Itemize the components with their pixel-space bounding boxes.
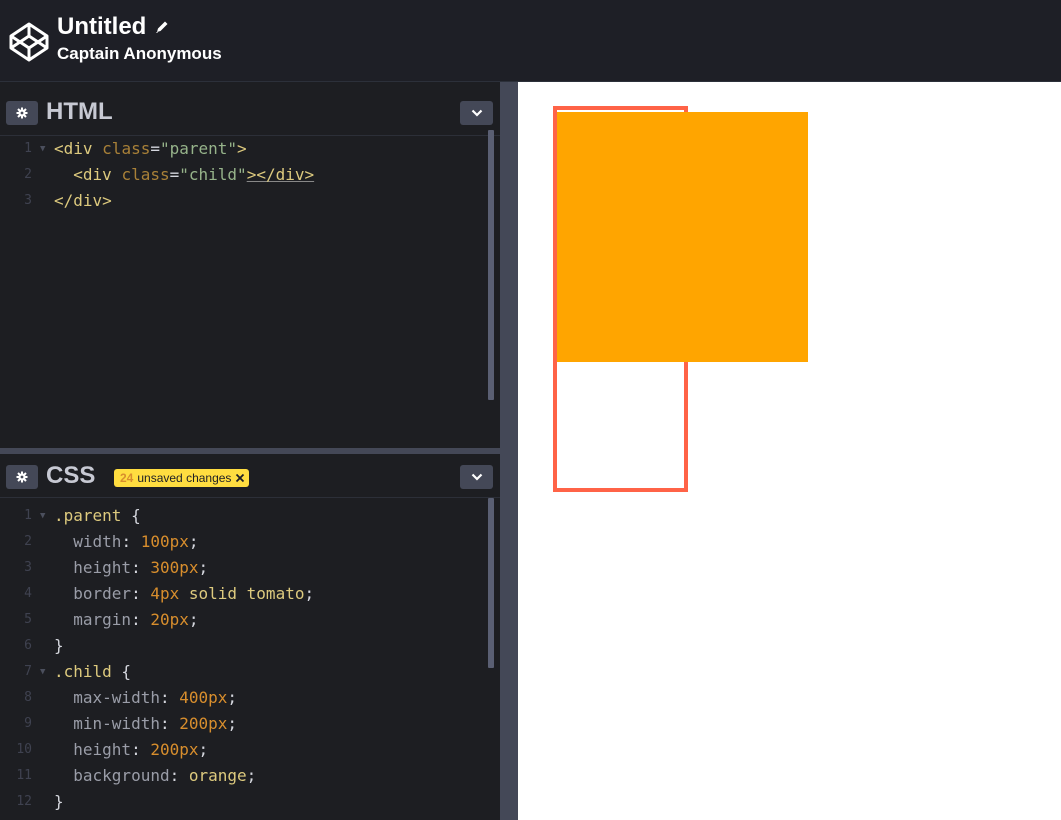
css-code-line[interactable]: 3 height: 300px;	[0, 555, 500, 581]
css-editor-header: CSS 24 unsaved changes	[0, 448, 500, 498]
line-number: 1	[24, 141, 32, 156]
pen-owner[interactable]: Captain Anonymous	[57, 44, 222, 64]
html-scrollbar[interactable]	[488, 130, 494, 400]
chevron-down-icon	[471, 473, 482, 481]
code-text: .parent {	[54, 506, 141, 525]
html-code-area[interactable]: 1 ▼ <div class="parent"> 2 <div class="chil…	[0, 136, 500, 450]
result-preview[interactable]	[518, 82, 1061, 820]
css-code-line[interactable]: 11 background: orange;	[0, 763, 500, 789]
fold-toggle-icon[interactable]: ▼	[40, 503, 45, 529]
css-code-line[interactable]: 8 max-width: 400px;	[0, 685, 500, 711]
pencil-icon[interactable]	[154, 19, 170, 35]
html-collapse-button[interactable]	[460, 101, 493, 125]
css-collapse-button[interactable]	[460, 465, 493, 489]
line-number: 8	[24, 690, 32, 705]
code-text: }	[54, 636, 64, 655]
line-number: 3	[24, 193, 32, 208]
css-code-line[interactable]: 5 margin: 20px;	[0, 607, 500, 633]
line-number: 9	[24, 716, 32, 731]
unsaved-label: unsaved changes	[137, 471, 232, 485]
html-editor-header: HTML	[0, 88, 500, 136]
preview-child-box	[557, 112, 808, 362]
code-text: .child {	[54, 662, 132, 681]
code-text: <div class="child"></div>	[73, 165, 315, 184]
line-number: 12	[16, 794, 32, 809]
line-number: 6	[24, 638, 32, 653]
unsaved-changes-badge[interactable]: 24 unsaved changes	[114, 469, 250, 487]
fold-toggle-icon[interactable]: ▼	[40, 659, 45, 685]
line-number: 1	[24, 508, 32, 523]
code-text: min-width: 200px;	[54, 714, 238, 733]
css-code-line[interactable]: 1 ▼ .parent {	[0, 503, 500, 529]
editor-column: HTML 1 ▼ <div class="parent"> 2 <div class=…	[0, 82, 500, 820]
html-code-line[interactable]: 3 </div>	[0, 188, 500, 214]
code-text: }	[54, 792, 64, 811]
line-number: 3	[24, 560, 32, 575]
code-text: height: 300px;	[54, 558, 209, 577]
editor-resize-gutter[interactable]	[500, 82, 518, 820]
css-code-line[interactable]: 7 ▼ .child {	[0, 659, 500, 685]
line-number: 11	[16, 768, 32, 783]
pen-title[interactable]: Untitled	[57, 12, 222, 42]
code-text: </div>	[54, 191, 112, 210]
gear-icon	[16, 107, 28, 119]
html-code-line[interactable]: 1 ▼ <div class="parent">	[0, 136, 500, 162]
css-code-line[interactable]: 6}	[0, 633, 500, 659]
code-text: height: 200px;	[54, 740, 209, 759]
html-code-line[interactable]: 2 <div class="child"></div>	[0, 162, 500, 188]
css-code-line[interactable]: 12}	[0, 789, 500, 815]
code-text: margin: 20px;	[54, 610, 199, 629]
line-number: 5	[24, 612, 32, 627]
chevron-down-icon	[471, 109, 482, 117]
line-number: 10	[16, 742, 32, 757]
line-number: 2	[24, 534, 32, 549]
close-icon[interactable]	[235, 473, 245, 483]
code-text: max-width: 400px;	[54, 688, 238, 707]
fold-toggle-icon[interactable]: ▼	[40, 136, 45, 162]
pen-title-text[interactable]: Untitled	[57, 13, 146, 41]
line-number: 2	[24, 167, 32, 182]
gear-icon	[16, 471, 28, 483]
css-code-line[interactable]: 10 height: 200px;	[0, 737, 500, 763]
top-bar: Untitled Captain Anonymous	[0, 0, 1061, 82]
pen-title-block: Untitled Captain Anonymous	[57, 12, 222, 64]
css-code-area[interactable]: 1 ▼ .parent {2 width: 100px; 3 height: 300p…	[0, 503, 500, 820]
html-settings-button[interactable]	[6, 101, 38, 125]
code-text: border: 4px solid tomato;	[54, 584, 315, 603]
css-code-line[interactable]: 2 width: 100px;	[0, 529, 500, 555]
css-settings-button[interactable]	[6, 465, 38, 489]
codepen-logo-icon[interactable]	[8, 21, 50, 63]
line-number: 7	[24, 664, 32, 679]
code-text: background: orange;	[54, 766, 257, 785]
code-text: width: 100px;	[54, 532, 199, 551]
code-text: <div class="parent">	[54, 139, 247, 158]
css-editor-title: CSS	[46, 462, 96, 489]
css-scrollbar[interactable]	[488, 498, 494, 668]
html-editor-title: HTML	[46, 98, 113, 125]
line-number: 4	[24, 586, 32, 601]
unsaved-count: 24	[120, 471, 134, 485]
css-code-line[interactable]: 4 border: 4px solid tomato;	[0, 581, 500, 607]
css-code-line[interactable]: 9 min-width: 200px;	[0, 711, 500, 737]
